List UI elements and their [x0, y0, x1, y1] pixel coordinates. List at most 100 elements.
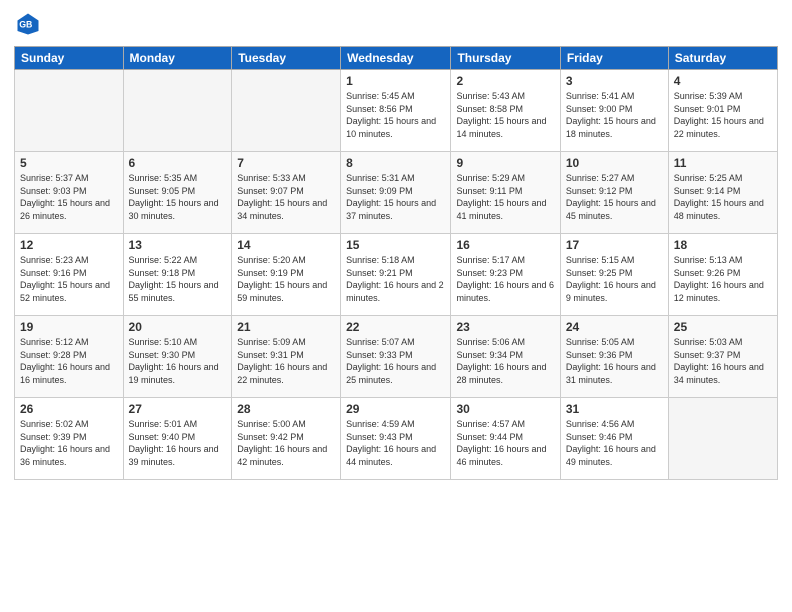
calendar-cell-16: 16 Sunrise: 5:17 AMSunset: 9:23 PMDaylig…	[451, 234, 560, 316]
calendar-cell-17: 17 Sunrise: 5:15 AMSunset: 9:25 PMDaylig…	[560, 234, 668, 316]
day-info: Sunrise: 5:01 AMSunset: 9:40 PMDaylight:…	[129, 419, 219, 467]
day-number: 31	[566, 402, 663, 416]
day-info: Sunrise: 5:13 AMSunset: 9:26 PMDaylight:…	[674, 255, 764, 303]
calendar-table: SundayMondayTuesdayWednesdayThursdayFrid…	[14, 46, 778, 480]
day-number: 11	[674, 156, 772, 170]
calendar-cell-3: 3 Sunrise: 5:41 AMSunset: 9:00 PMDayligh…	[560, 70, 668, 152]
day-info: Sunrise: 5:03 AMSunset: 9:37 PMDaylight:…	[674, 337, 764, 385]
calendar-cell-23: 23 Sunrise: 5:06 AMSunset: 9:34 PMDaylig…	[451, 316, 560, 398]
day-info: Sunrise: 5:17 AMSunset: 9:23 PMDaylight:…	[456, 255, 554, 303]
calendar-cell-30: 30 Sunrise: 4:57 AMSunset: 9:44 PMDaylig…	[451, 398, 560, 480]
weekday-header-monday: Monday	[123, 47, 232, 70]
calendar-cell-9: 9 Sunrise: 5:29 AMSunset: 9:11 PMDayligh…	[451, 152, 560, 234]
day-info: Sunrise: 5:31 AMSunset: 9:09 PMDaylight:…	[346, 173, 436, 221]
day-info: Sunrise: 5:29 AMSunset: 9:11 PMDaylight:…	[456, 173, 546, 221]
day-info: Sunrise: 5:41 AMSunset: 9:00 PMDaylight:…	[566, 91, 656, 139]
day-info: Sunrise: 5:37 AMSunset: 9:03 PMDaylight:…	[20, 173, 110, 221]
calendar-week-1: 1 Sunrise: 5:45 AMSunset: 8:56 PMDayligh…	[15, 70, 778, 152]
day-number: 12	[20, 238, 118, 252]
day-info: Sunrise: 5:43 AMSunset: 8:58 PMDaylight:…	[456, 91, 546, 139]
day-info: Sunrise: 5:18 AMSunset: 9:21 PMDaylight:…	[346, 255, 444, 303]
day-number: 9	[456, 156, 554, 170]
calendar-cell-12: 12 Sunrise: 5:23 AMSunset: 9:16 PMDaylig…	[15, 234, 124, 316]
day-number: 5	[20, 156, 118, 170]
day-number: 1	[346, 74, 445, 88]
weekday-header-thursday: Thursday	[451, 47, 560, 70]
day-info: Sunrise: 5:00 AMSunset: 9:42 PMDaylight:…	[237, 419, 327, 467]
calendar-cell-24: 24 Sunrise: 5:05 AMSunset: 9:36 PMDaylig…	[560, 316, 668, 398]
calendar-cell-25: 25 Sunrise: 5:03 AMSunset: 9:37 PMDaylig…	[668, 316, 777, 398]
calendar-cell-15: 15 Sunrise: 5:18 AMSunset: 9:21 PMDaylig…	[341, 234, 451, 316]
day-info: Sunrise: 5:33 AMSunset: 9:07 PMDaylight:…	[237, 173, 327, 221]
day-number: 7	[237, 156, 335, 170]
day-info: Sunrise: 5:15 AMSunset: 9:25 PMDaylight:…	[566, 255, 656, 303]
calendar-cell-18: 18 Sunrise: 5:13 AMSunset: 9:26 PMDaylig…	[668, 234, 777, 316]
day-info: Sunrise: 4:57 AMSunset: 9:44 PMDaylight:…	[456, 419, 546, 467]
day-number: 10	[566, 156, 663, 170]
calendar-cell-4: 4 Sunrise: 5:39 AMSunset: 9:01 PMDayligh…	[668, 70, 777, 152]
day-number: 4	[674, 74, 772, 88]
weekday-header-saturday: Saturday	[668, 47, 777, 70]
day-number: 16	[456, 238, 554, 252]
calendar-cell-21: 21 Sunrise: 5:09 AMSunset: 9:31 PMDaylig…	[232, 316, 341, 398]
header: GB	[14, 10, 778, 38]
calendar-week-4: 19 Sunrise: 5:12 AMSunset: 9:28 PMDaylig…	[15, 316, 778, 398]
day-info: Sunrise: 5:22 AMSunset: 9:18 PMDaylight:…	[129, 255, 219, 303]
day-number: 24	[566, 320, 663, 334]
day-info: Sunrise: 4:59 AMSunset: 9:43 PMDaylight:…	[346, 419, 436, 467]
day-number: 3	[566, 74, 663, 88]
day-number: 26	[20, 402, 118, 416]
calendar-cell-14: 14 Sunrise: 5:20 AMSunset: 9:19 PMDaylig…	[232, 234, 341, 316]
day-info: Sunrise: 5:07 AMSunset: 9:33 PMDaylight:…	[346, 337, 436, 385]
calendar-cell-2: 2 Sunrise: 5:43 AMSunset: 8:58 PMDayligh…	[451, 70, 560, 152]
day-number: 13	[129, 238, 227, 252]
calendar-cell-19: 19 Sunrise: 5:12 AMSunset: 9:28 PMDaylig…	[15, 316, 124, 398]
day-number: 20	[129, 320, 227, 334]
day-number: 28	[237, 402, 335, 416]
day-number: 29	[346, 402, 445, 416]
calendar-cell-7: 7 Sunrise: 5:33 AMSunset: 9:07 PMDayligh…	[232, 152, 341, 234]
day-number: 22	[346, 320, 445, 334]
logo: GB	[14, 10, 46, 38]
logo-icon: GB	[14, 10, 42, 38]
weekday-header-tuesday: Tuesday	[232, 47, 341, 70]
calendar-week-2: 5 Sunrise: 5:37 AMSunset: 9:03 PMDayligh…	[15, 152, 778, 234]
calendar-cell-13: 13 Sunrise: 5:22 AMSunset: 9:18 PMDaylig…	[123, 234, 232, 316]
day-info: Sunrise: 5:45 AMSunset: 8:56 PMDaylight:…	[346, 91, 436, 139]
day-number: 14	[237, 238, 335, 252]
calendar-cell-empty	[668, 398, 777, 480]
svg-text:GB: GB	[19, 20, 32, 30]
calendar-week-3: 12 Sunrise: 5:23 AMSunset: 9:16 PMDaylig…	[15, 234, 778, 316]
weekday-header-wednesday: Wednesday	[341, 47, 451, 70]
calendar-cell-empty	[15, 70, 124, 152]
day-number: 18	[674, 238, 772, 252]
calendar-cell-empty	[232, 70, 341, 152]
calendar-cell-27: 27 Sunrise: 5:01 AMSunset: 9:40 PMDaylig…	[123, 398, 232, 480]
weekday-header-row: SundayMondayTuesdayWednesdayThursdayFrid…	[15, 47, 778, 70]
day-number: 6	[129, 156, 227, 170]
day-info: Sunrise: 5:09 AMSunset: 9:31 PMDaylight:…	[237, 337, 327, 385]
day-number: 15	[346, 238, 445, 252]
day-info: Sunrise: 5:06 AMSunset: 9:34 PMDaylight:…	[456, 337, 546, 385]
day-info: Sunrise: 5:10 AMSunset: 9:30 PMDaylight:…	[129, 337, 219, 385]
calendar-cell-22: 22 Sunrise: 5:07 AMSunset: 9:33 PMDaylig…	[341, 316, 451, 398]
day-number: 17	[566, 238, 663, 252]
day-info: Sunrise: 5:27 AMSunset: 9:12 PMDaylight:…	[566, 173, 656, 221]
day-info: Sunrise: 5:20 AMSunset: 9:19 PMDaylight:…	[237, 255, 327, 303]
calendar-cell-29: 29 Sunrise: 4:59 AMSunset: 9:43 PMDaylig…	[341, 398, 451, 480]
day-number: 21	[237, 320, 335, 334]
day-info: Sunrise: 5:02 AMSunset: 9:39 PMDaylight:…	[20, 419, 110, 467]
calendar-cell-8: 8 Sunrise: 5:31 AMSunset: 9:09 PMDayligh…	[341, 152, 451, 234]
day-info: Sunrise: 5:35 AMSunset: 9:05 PMDaylight:…	[129, 173, 219, 221]
day-info: Sunrise: 5:23 AMSunset: 9:16 PMDaylight:…	[20, 255, 110, 303]
day-info: Sunrise: 5:39 AMSunset: 9:01 PMDaylight:…	[674, 91, 764, 139]
page: GB SundayMondayTuesdayWednesdayThursdayF…	[0, 0, 792, 612]
day-number: 27	[129, 402, 227, 416]
weekday-header-sunday: Sunday	[15, 47, 124, 70]
calendar-week-5: 26 Sunrise: 5:02 AMSunset: 9:39 PMDaylig…	[15, 398, 778, 480]
day-info: Sunrise: 4:56 AMSunset: 9:46 PMDaylight:…	[566, 419, 656, 467]
day-info: Sunrise: 5:12 AMSunset: 9:28 PMDaylight:…	[20, 337, 110, 385]
calendar-cell-6: 6 Sunrise: 5:35 AMSunset: 9:05 PMDayligh…	[123, 152, 232, 234]
day-info: Sunrise: 5:25 AMSunset: 9:14 PMDaylight:…	[674, 173, 764, 221]
calendar-cell-31: 31 Sunrise: 4:56 AMSunset: 9:46 PMDaylig…	[560, 398, 668, 480]
